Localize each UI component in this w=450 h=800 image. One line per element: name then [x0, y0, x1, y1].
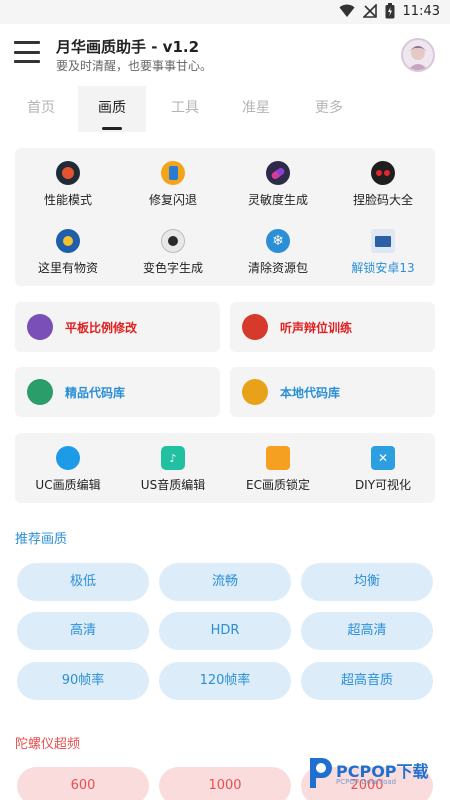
phone-icon [161, 161, 185, 185]
status-time: 11:43 [402, 3, 440, 19]
status-bar: 11:43 [0, 0, 450, 24]
tool-us-audio-edit[interactable]: ♪ US音质编辑 [123, 446, 223, 493]
cherry-icon [371, 161, 395, 185]
tab-quality[interactable]: 画质 [78, 86, 146, 132]
tool-fix-crash[interactable]: 修复闪退 [123, 161, 223, 208]
gyro-600-button[interactable]: 600 [17, 767, 149, 800]
tool-ec-quality-lock[interactable]: EC画质锁定 [228, 446, 328, 493]
premium-code-card[interactable]: 精品代码库 [15, 367, 220, 417]
puzzle-icon: ✕ [371, 446, 395, 470]
fps-90-button[interactable]: 90帧率 [17, 662, 149, 700]
tool-face-codes[interactable]: 捏脸码大全 [333, 161, 433, 208]
tab-more[interactable]: 更多 [295, 86, 363, 132]
tool-unlock-android13[interactable]: 解锁安卓13 [333, 229, 433, 276]
gameboy-icon [27, 314, 53, 340]
tab-home[interactable]: 首页 [7, 86, 75, 132]
app-subtitle: 要及时清醒，也要事事甘心。 [56, 59, 213, 73]
tab-underline [102, 127, 122, 130]
quality-ultra-hd-button[interactable]: 超高清 [301, 612, 433, 650]
tool-clear-resources[interactable]: ❄ 清除资源包 [228, 229, 328, 276]
pcpop-logo-icon [310, 758, 332, 788]
quality-smooth-button[interactable]: 流畅 [159, 563, 291, 601]
telescope-icon [242, 314, 268, 340]
tab-crosshair[interactable]: 准星 [222, 86, 290, 132]
fps-120-button[interactable]: 120帧率 [159, 662, 291, 700]
editor-grid-card: UC画质编辑 ♪ US音质编辑 EC画质锁定 ✕ DIY可视化 [15, 433, 435, 503]
snowflake-icon: ❄ [266, 229, 290, 253]
tool-supplies[interactable]: 这里有物资 [18, 229, 118, 276]
tool-diy-visual[interactable]: ✕ DIY可视化 [333, 446, 433, 493]
quality-balanced-button[interactable]: 均衡 [301, 563, 433, 601]
sound-training-card[interactable]: 听声辩位训练 [230, 302, 435, 352]
ultra-audio-button[interactable]: 超高音质 [301, 662, 433, 700]
no-signal-icon [362, 4, 377, 18]
tool-color-text[interactable]: 变色字生成 [123, 229, 223, 276]
watermark: PCPOP下载 PCPOP Download [302, 752, 447, 794]
tablet-ratio-card[interactable]: 平板比例修改 [15, 302, 220, 352]
headphones-icon: ♪ [161, 446, 185, 470]
watermark-sub: PCPOP Download [336, 778, 397, 786]
battery-icon [385, 3, 395, 19]
gyro-section-title: 陀螺仪超频 [15, 737, 81, 752]
tool-sensitivity[interactable]: 灵敏度生成 [228, 161, 328, 208]
computer-icon [242, 379, 268, 405]
avatar[interactable] [401, 38, 435, 72]
globe-icon [56, 446, 80, 470]
recommend-section-title: 推荐画质 [15, 532, 68, 547]
app-title: 月华画质助手 - v1.2 [56, 38, 200, 56]
tools-grid-card: 性能模式 修复闪退 灵敏度生成 捏脸码大全 这里有物资 变色字生成 ❄ 清除资源… [15, 148, 435, 286]
capsule-icon [266, 161, 290, 185]
menu-icon[interactable] [14, 41, 40, 63]
tool-uc-quality-edit[interactable]: UC画质编辑 [18, 446, 118, 493]
quality-hd-button[interactable]: 高清 [17, 612, 149, 650]
money-icon [56, 229, 80, 253]
wifi-icon [339, 4, 355, 17]
tab-tools[interactable]: 工具 [151, 86, 219, 132]
test-tube-icon [27, 379, 53, 405]
laptop-icon [371, 229, 395, 253]
local-code-card[interactable]: 本地代码库 [230, 367, 435, 417]
quality-hdr-button[interactable]: HDR [159, 612, 291, 650]
gyro-1000-button[interactable]: 1000 [159, 767, 291, 800]
tool-performance-mode[interactable]: 性能模式 [18, 161, 118, 208]
app-header: 月华画质助手 - v1.2 要及时清醒，也要事事甘心。 [0, 24, 450, 84]
quality-very-low-button[interactable]: 极低 [17, 563, 149, 601]
speedometer-icon [56, 161, 80, 185]
document-icon [266, 446, 290, 470]
tab-bar: 首页 画质 工具 准星 更多 [0, 86, 450, 134]
sushi-icon [161, 229, 185, 253]
